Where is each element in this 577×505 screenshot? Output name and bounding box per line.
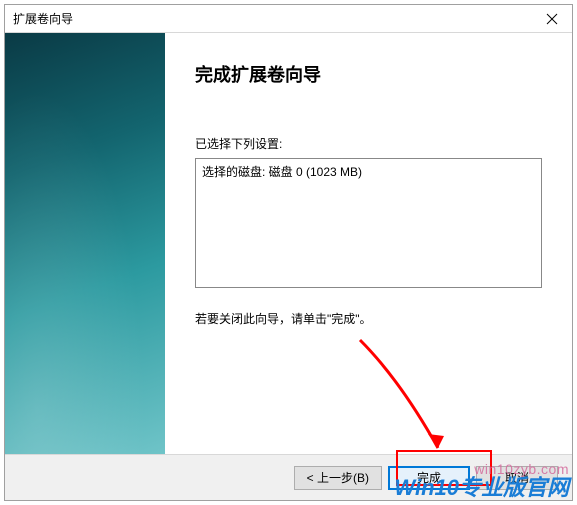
close-icon [546,13,558,25]
titlebar: 扩展卷向导 [5,5,572,33]
wizard-window: 扩展卷向导 完成扩展卷向导 已选择下列设置: 选择的磁盘: 磁盘 0 (1023… [4,4,573,501]
close-hint-text: 若要关闭此向导，请单击"完成"。 [195,310,542,327]
settings-label: 已选择下列设置: [195,135,542,152]
close-button[interactable] [532,5,572,32]
back-button[interactable]: < 上一步(B) [294,466,382,490]
wizard-sidebar-image [5,33,165,454]
window-title: 扩展卷向导 [13,10,532,27]
main-panel: 完成扩展卷向导 已选择下列设置: 选择的磁盘: 磁盘 0 (1023 MB) 若… [165,33,572,454]
settings-summary-box: 选择的磁盘: 磁盘 0 (1023 MB) [195,158,542,288]
page-heading: 完成扩展卷向导 [195,61,542,87]
cancel-button[interactable]: 取消 [476,466,558,490]
settings-line: 选择的磁盘: 磁盘 0 (1023 MB) [202,163,535,180]
finish-button[interactable]: 完成 [388,466,470,490]
content-area: 完成扩展卷向导 已选择下列设置: 选择的磁盘: 磁盘 0 (1023 MB) 若… [5,33,572,454]
button-row: < 上一步(B) 完成 取消 [5,454,572,500]
